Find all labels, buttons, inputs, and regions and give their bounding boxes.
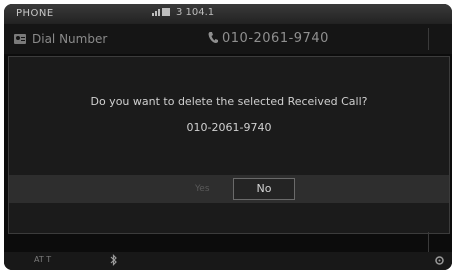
dialog-number: 010-2061-9740 [186, 121, 272, 134]
phone-icon [208, 32, 218, 43]
contact-icon [14, 34, 26, 44]
dial-number-display: 010-2061-9740 [208, 31, 329, 46]
dialog-button-bar: Yes No [9, 175, 449, 203]
phone-screen: PHONE 3 104.1 Dial Number 010-2061-9740 [4, 4, 452, 270]
status-bar: PHONE 3 104.1 [4, 4, 452, 24]
divider [428, 28, 429, 50]
bluetooth-icon [110, 254, 117, 266]
delete-confirm-dialog: Do you want to delete the selected Recei… [8, 56, 450, 234]
dialog-message: Do you want to delete the selected Recei… [90, 95, 368, 108]
dial-label-text: Dial Number [32, 32, 108, 46]
bottom-bar: AT T [4, 252, 452, 270]
no-button[interactable]: No [233, 178, 295, 200]
yes-button[interactable]: Yes [195, 184, 210, 194]
status-info: 3 104.1 [152, 7, 214, 18]
screen-title: PHONE [16, 8, 54, 19]
signal-icon [152, 8, 170, 16]
dial-row[interactable]: Dial Number 010-2061-9740 [4, 24, 452, 54]
carrier-text: AT T [34, 255, 52, 264]
dial-number-text: 010-2061-9740 [222, 31, 329, 46]
divider [428, 232, 429, 252]
gear-icon[interactable] [434, 255, 445, 266]
status-center-text: 3 104.1 [176, 7, 215, 18]
dial-number-label[interactable]: Dial Number [14, 32, 107, 46]
